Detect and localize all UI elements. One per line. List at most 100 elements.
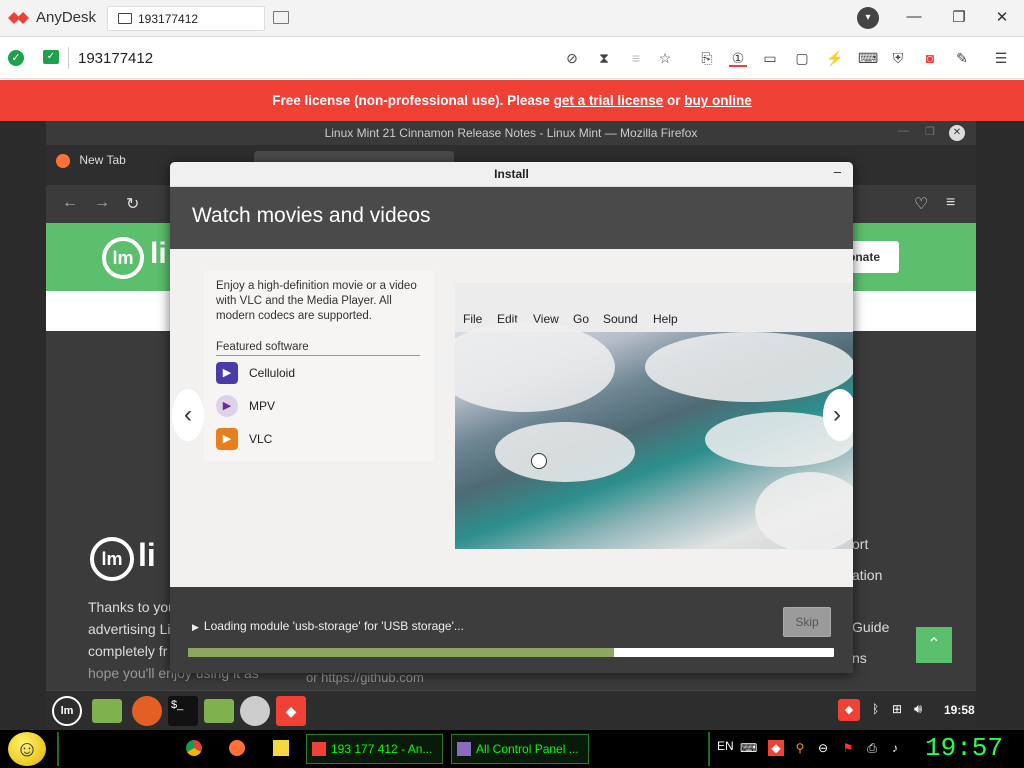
scroll-top-button[interactable]: ⌃	[916, 627, 952, 663]
explorer-icon[interactable]	[273, 740, 289, 756]
firefox-titlebar: Linux Mint 21 Cinnamon Release Notes - L…	[46, 121, 976, 145]
pocket-icon[interactable]: ♡	[914, 194, 928, 214]
update-tray-icon[interactable]: ⊖	[815, 740, 831, 756]
ff-menu-icon[interactable]: ≡	[946, 194, 955, 212]
minimize-button[interactable]: —	[904, 8, 924, 25]
anydesk-panel-icon[interactable]: ◆	[276, 696, 306, 726]
right-link[interactable]: ns	[852, 650, 867, 666]
divider	[68, 47, 69, 69]
network-icon[interactable]: ⊞	[892, 702, 902, 716]
ff-close-button[interactable]: ✕	[949, 125, 965, 141]
next-slide-button[interactable]: ›	[823, 389, 853, 441]
body-line: Thanks to you	[88, 599, 176, 615]
database-icon[interactable]: ≡	[627, 49, 645, 67]
firefox-taskbar-icon[interactable]	[229, 740, 245, 756]
display-icon[interactable]: ①	[729, 49, 747, 67]
network-tray-icon[interactable]: ⎙	[864, 740, 880, 756]
draw-icon[interactable]: ✎	[953, 49, 971, 67]
permissions-icon[interactable]: ⛨	[889, 49, 907, 67]
screen-icon[interactable]: ▭	[761, 49, 779, 67]
new-session-icon[interactable]	[273, 11, 289, 24]
hamburger-menu-icon[interactable]: ☰	[992, 49, 1010, 67]
disc-icon[interactable]	[240, 696, 270, 726]
linux-mint-footer-logo-icon: lm	[90, 537, 134, 581]
buy-online-link[interactable]: buy online	[684, 93, 752, 108]
volume-icon[interactable]: 🔊︎	[914, 701, 922, 717]
menu-item: Go	[573, 312, 590, 326]
install-progress-fill	[188, 648, 615, 657]
terminal-icon[interactable]: $_	[168, 696, 198, 726]
language-indicator[interactable]: EN	[717, 739, 734, 753]
start-button-icon[interactable]: ☺	[8, 732, 46, 766]
body-line: completely fr	[88, 643, 168, 659]
back-icon[interactable]: ←	[62, 194, 78, 212]
taskbar-clock[interactable]: 19:57	[925, 733, 1003, 763]
chrome-icon[interactable]	[186, 740, 202, 756]
chat-icon[interactable]: ▢	[793, 49, 811, 67]
forward-icon[interactable]: →	[94, 194, 110, 212]
trial-license-link[interactable]: get a trial license	[554, 93, 664, 108]
address-input[interactable]: 193177412	[78, 50, 153, 67]
right-link[interactable]: Guide	[852, 619, 889, 635]
taskbar-anydesk-button[interactable]: 193 177 412 - An...	[306, 734, 443, 764]
session-tab[interactable]: 193177412	[107, 6, 265, 31]
mpv-icon: ▶	[216, 395, 238, 417]
mouse-cursor-icon	[531, 453, 547, 469]
search-tray-icon[interactable]: ⚲	[792, 740, 808, 756]
banner-or: or	[666, 93, 681, 108]
record-icon[interactable]: ◙	[921, 49, 939, 67]
actions-icon[interactable]: ⚡	[826, 49, 844, 67]
files-icon[interactable]	[204, 699, 234, 723]
previous-slide-button[interactable]: ‹	[172, 389, 204, 441]
app-name: AnyDesk	[36, 9, 97, 26]
volume-tray-icon[interactable]: ♪	[887, 740, 903, 756]
ff-maximize-button[interactable]: ❐	[925, 125, 935, 138]
tab-new-tab[interactable]: New Tab	[56, 153, 126, 168]
feature-description: Enjoy a high-definition movie or a video…	[216, 280, 417, 322]
show-desktop-icon[interactable]	[92, 699, 122, 723]
mint-menu-icon[interactable]: lm	[52, 696, 82, 726]
mint-panel: lm $_ ◆ ◆ ᛒ ⊞ 🔊︎ 19:58	[46, 690, 976, 730]
mint-footer-logo-text: li	[138, 537, 156, 573]
linux-mint-logo-icon: lm	[102, 237, 144, 279]
expand-triangle-icon: ▶	[192, 622, 199, 632]
keyboard-icon[interactable]: ⌨	[858, 49, 878, 67]
mint-clock[interactable]: 19:58	[944, 703, 975, 717]
mint-logo-text: li	[150, 237, 167, 270]
bluetooth-icon[interactable]: ᛒ	[872, 702, 879, 716]
monitor-icon	[118, 13, 132, 24]
security-tray-icon[interactable]: ⚑	[840, 740, 856, 756]
taskbar-control-panel-button[interactable]: All Control Panel ...	[451, 734, 589, 764]
license-banner: Free license (non-professional use). Ple…	[0, 80, 1024, 121]
aerial-video-image	[435, 322, 853, 552]
firefox-icon[interactable]	[132, 696, 162, 726]
app-item: ▶ VLC	[216, 428, 416, 450]
install-status-text: Loading module 'usb-storage' for 'USB st…	[203, 619, 464, 633]
dialog-minimize-button[interactable]: –	[834, 164, 841, 179]
keyboard-tray-icon[interactable]: ⌨	[740, 740, 757, 756]
favorite-icon[interactable]: ☆	[656, 49, 674, 67]
ff-minimize-button[interactable]: —	[898, 125, 909, 137]
connection-ok-icon: ✓	[8, 50, 24, 66]
remote-desktop[interactable]: Linux Mint 21 Cinnamon Release Notes - L…	[0, 121, 1024, 730]
taskbar-button-label: 193 177 412 - An...	[331, 742, 433, 756]
anydesk-tray-icon[interactable]: ◆	[838, 699, 860, 721]
right-link[interactable]: ort	[852, 536, 868, 552]
celluloid-icon: ▶	[216, 362, 238, 384]
featured-software-heading: Featured software	[216, 341, 420, 356]
slide-content: Enjoy a high-definition movie or a video…	[170, 249, 853, 587]
menu-item: File	[463, 312, 483, 326]
address-bar: ✓ ✓ 193177412 ⊘ ⧗ ≡ ☆ ⎘ ① ▭ ▢ ⚡ ⌨ ⛨ ◙ ✎ …	[0, 37, 1024, 79]
install-dialog: Install – Watch movies and videos Enjoy …	[170, 162, 853, 673]
close-button[interactable]: ✕	[992, 8, 1012, 26]
skip-button[interactable]: Skip	[783, 607, 831, 637]
privacy-icon[interactable]: ⊘	[563, 49, 581, 67]
install-status[interactable]: ▶ Loading module 'usb-storage' for 'USB s…	[192, 619, 464, 633]
reload-icon[interactable]: ↻	[126, 194, 139, 214]
file-transfer-icon[interactable]: ⎘	[698, 49, 716, 67]
hourglass-icon[interactable]: ⧗	[595, 49, 613, 67]
maximize-button[interactable]: ❐	[949, 8, 969, 26]
right-link[interactable]: ation	[852, 567, 882, 583]
anydesk-tray-icon[interactable]: ◆	[768, 740, 784, 756]
main-menu-button[interactable]: ▾	[857, 7, 879, 29]
